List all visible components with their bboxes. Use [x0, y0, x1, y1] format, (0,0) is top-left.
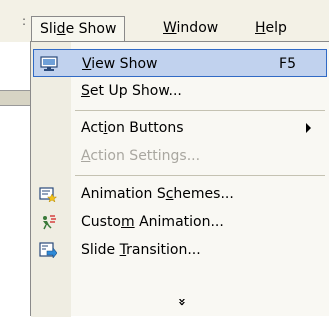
menu-item-custom-animation-label: Custom Animation...	[81, 208, 224, 236]
accel-m: m	[121, 214, 135, 230]
accel-a: A	[81, 148, 91, 164]
menu-window[interactable]: Window	[157, 17, 224, 39]
animation-schemes-icon	[37, 184, 59, 204]
menu-item-view-show[interactable]: View Show F5	[33, 49, 327, 77]
custom-animation-icon	[37, 212, 59, 232]
accel-v: V	[82, 56, 92, 72]
menu-item-animation-schemes[interactable]: Animation Schemes...	[33, 180, 327, 208]
shortcut-f5: F5	[279, 56, 296, 72]
expand-menu-chevron-icon[interactable]: »	[171, 292, 191, 312]
menu-item-custom-animation[interactable]: Custom Animation...	[33, 208, 327, 236]
submenu-arrow-icon	[306, 123, 311, 133]
background-pane	[0, 42, 30, 316]
menu-separator	[75, 110, 325, 111]
slide-transition-icon	[37, 240, 59, 260]
menu-window-accel: W	[163, 20, 177, 36]
projector-screen-icon	[38, 54, 60, 74]
menu-item-action-buttons[interactable]: Action Buttons	[33, 114, 327, 142]
label-pre: Slide	[81, 242, 120, 258]
label-rest: et Up Show...	[89, 83, 182, 99]
label-rest: Animation...	[134, 214, 224, 230]
label-pre: Animation S	[81, 186, 166, 202]
menu-help-accel: H	[255, 20, 266, 36]
menu-help[interactable]: Help	[249, 17, 293, 39]
menu-slide-show-post: e Show	[65, 21, 117, 37]
menu-item-action-buttons-label: Action Buttons	[81, 114, 184, 142]
label-rest: iew Show	[91, 56, 158, 72]
menu-item-view-show-label: View Show	[82, 50, 157, 78]
label-rest: on Buttons	[107, 120, 184, 136]
label-rest: ction Settings...	[90, 148, 201, 164]
menu-item-set-up-show-label: Set Up Show...	[81, 77, 182, 105]
menu-separator	[75, 175, 325, 176]
label-pre: Act	[81, 120, 104, 136]
menu-item-animation-schemes-label: Animation Schemes...	[81, 180, 234, 208]
menu-item-action-settings-label: Action Settings...	[81, 142, 200, 170]
menu-item-action-settings: Action Settings...	[33, 142, 327, 170]
label-rest: hemes...	[173, 186, 234, 202]
menu-slide-show[interactable]: Slide Show	[31, 16, 126, 42]
accel-s: S	[81, 83, 90, 99]
menu-window-post: indow	[176, 20, 219, 36]
slide-show-dropdown: View Show F5 Set Up Show... Action Butto…	[30, 41, 329, 317]
menu-slide-show-accel: d	[56, 21, 66, 37]
menu-slide-show-pre: Sli	[40, 21, 57, 37]
menu-bar: : Slide Show Window Help	[0, 0, 329, 42]
menu-item-slide-transition-label: Slide Transition...	[81, 236, 201, 264]
label-rest: ransition...	[126, 242, 201, 258]
menu-help-post: elp	[265, 20, 287, 36]
background-ruler	[0, 90, 30, 106]
label-pre: Custo	[81, 214, 121, 230]
menu-item-slide-transition[interactable]: Slide Transition...	[33, 236, 327, 264]
menu-item-set-up-show[interactable]: Set Up Show...	[33, 77, 327, 105]
toolbar-grip[interactable]: :	[22, 14, 26, 28]
